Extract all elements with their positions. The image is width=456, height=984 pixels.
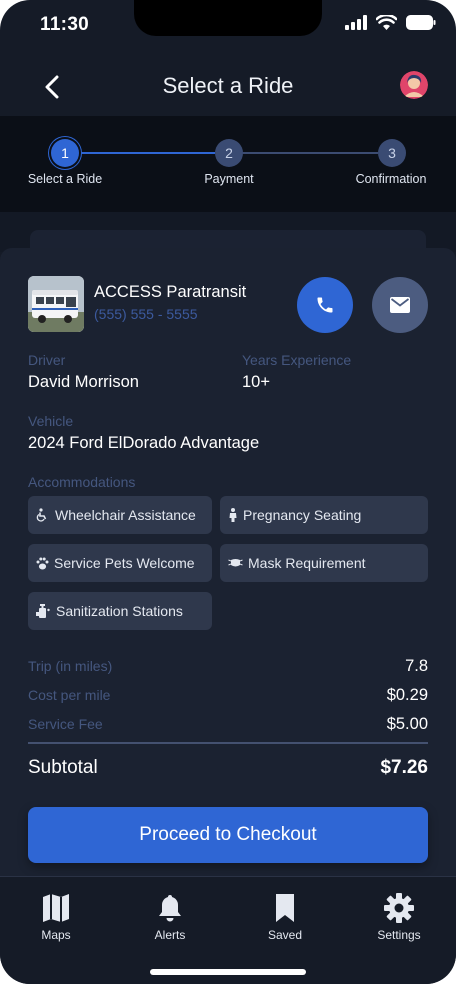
accommodations-label: Accommodations bbox=[28, 474, 136, 490]
provider-phone[interactable]: (555) 555 - 5555 bbox=[94, 306, 198, 322]
vehicle-value: 2024 Ford ElDorado Advantage bbox=[28, 434, 260, 452]
battery-icon bbox=[406, 15, 436, 30]
accommodation-label: Sanitization Stations bbox=[56, 603, 183, 619]
proceed-to-checkout-button[interactable]: Proceed to Checkout bbox=[28, 807, 428, 863]
signal-icon bbox=[345, 15, 367, 30]
tab-label: Saved bbox=[267, 928, 303, 942]
subtotal-value: $7.26 bbox=[380, 757, 428, 778]
step-1-number: 1 bbox=[61, 145, 69, 161]
pricing-divider bbox=[28, 742, 428, 744]
accommodation-label: Mask Requirement bbox=[248, 555, 366, 571]
step-2-label: Payment bbox=[204, 172, 254, 186]
phone-screen: 11:30 Select a Ride 1 2 3 Select a Ride … bbox=[0, 0, 456, 984]
accommodation-label: Pregnancy Seating bbox=[243, 507, 362, 523]
nav-header: Select a Ride bbox=[0, 58, 456, 116]
tab-label: Alerts bbox=[154, 928, 186, 942]
avatar[interactable] bbox=[400, 71, 428, 99]
bell-icon bbox=[159, 895, 181, 922]
user-avatar-icon bbox=[400, 71, 428, 99]
status-icons bbox=[345, 15, 436, 30]
map-icon bbox=[43, 894, 69, 922]
accommodation-chip: Service Pets Welcome bbox=[28, 544, 212, 582]
service-fee-value: $5.00 bbox=[386, 715, 428, 733]
accommodation-chip: Sanitization Stations bbox=[28, 592, 212, 630]
ride-detail-sheet: ACCESS Paratransit (555) 555 - 5555 Driv… bbox=[0, 248, 456, 876]
sanitizer-icon bbox=[36, 604, 50, 618]
vehicle-label: Vehicle bbox=[28, 413, 74, 429]
step-3-label: Confirmation bbox=[355, 172, 427, 186]
wifi-icon bbox=[376, 15, 397, 30]
mail-icon bbox=[390, 297, 410, 313]
status-time: 11:30 bbox=[40, 14, 90, 35]
bookmark-icon bbox=[276, 894, 294, 922]
step-1-label: Select a Ride bbox=[27, 172, 103, 186]
cost-per-mile-value: $0.29 bbox=[386, 686, 428, 704]
cost-per-mile-label: Cost per mile bbox=[28, 687, 111, 703]
device-notch bbox=[134, 0, 322, 36]
home-indicator bbox=[150, 969, 306, 975]
driver-label: Driver bbox=[28, 352, 66, 368]
accommodation-chip: Wheelchair Assistance bbox=[28, 496, 212, 534]
accommodation-label: Wheelchair Assistance bbox=[55, 507, 196, 523]
provider-vehicle-image bbox=[28, 276, 84, 332]
step-2-number: 2 bbox=[225, 145, 233, 161]
service-fee-label: Service Fee bbox=[28, 716, 103, 732]
person-icon bbox=[229, 508, 237, 522]
experience-value: 10+ bbox=[242, 373, 270, 391]
gear-icon bbox=[384, 893, 414, 923]
accommodation-chip: Pregnancy Seating bbox=[220, 496, 428, 534]
step-2-circle: 2 bbox=[215, 139, 243, 167]
trip-miles-label: Trip (in miles) bbox=[28, 658, 113, 674]
mask-icon bbox=[228, 559, 243, 567]
tab-saved[interactable]: Saved bbox=[245, 893, 325, 942]
step-3-number: 3 bbox=[388, 145, 396, 161]
tab-settings[interactable]: Settings bbox=[359, 893, 439, 942]
provider-name: ACCESS Paratransit bbox=[94, 283, 247, 301]
accommodation-label: Service Pets Welcome bbox=[54, 555, 195, 571]
step-1-circle: 1 bbox=[51, 139, 79, 167]
bottom-tab-bar: Maps Alerts Saved Settings bbox=[0, 876, 456, 984]
tab-label: Settings bbox=[377, 928, 421, 942]
paw-icon bbox=[36, 557, 49, 569]
step-connector bbox=[78, 152, 215, 154]
experience-label: Years Experience bbox=[242, 352, 352, 368]
wheelchair-icon bbox=[36, 508, 47, 522]
step-connector bbox=[242, 152, 378, 154]
tab-maps[interactable]: Maps bbox=[16, 893, 96, 942]
tab-alerts[interactable]: Alerts bbox=[130, 893, 210, 942]
email-button[interactable] bbox=[372, 277, 428, 333]
bus-image-icon bbox=[28, 276, 84, 332]
subtotal-label: Subtotal bbox=[28, 757, 98, 778]
accommodation-chip: Mask Requirement bbox=[220, 544, 428, 582]
tab-label: Maps bbox=[41, 928, 71, 942]
trip-miles-value: 7.8 bbox=[405, 657, 428, 675]
page-title: Select a Ride bbox=[162, 73, 294, 98]
progress-stepper: 1 2 3 Select a Ride Payment Confirmation bbox=[0, 116, 456, 212]
step-3-circle: 3 bbox=[378, 139, 406, 167]
driver-name: David Morrison bbox=[28, 373, 139, 391]
phone-icon bbox=[317, 297, 333, 313]
call-button[interactable] bbox=[297, 277, 353, 333]
